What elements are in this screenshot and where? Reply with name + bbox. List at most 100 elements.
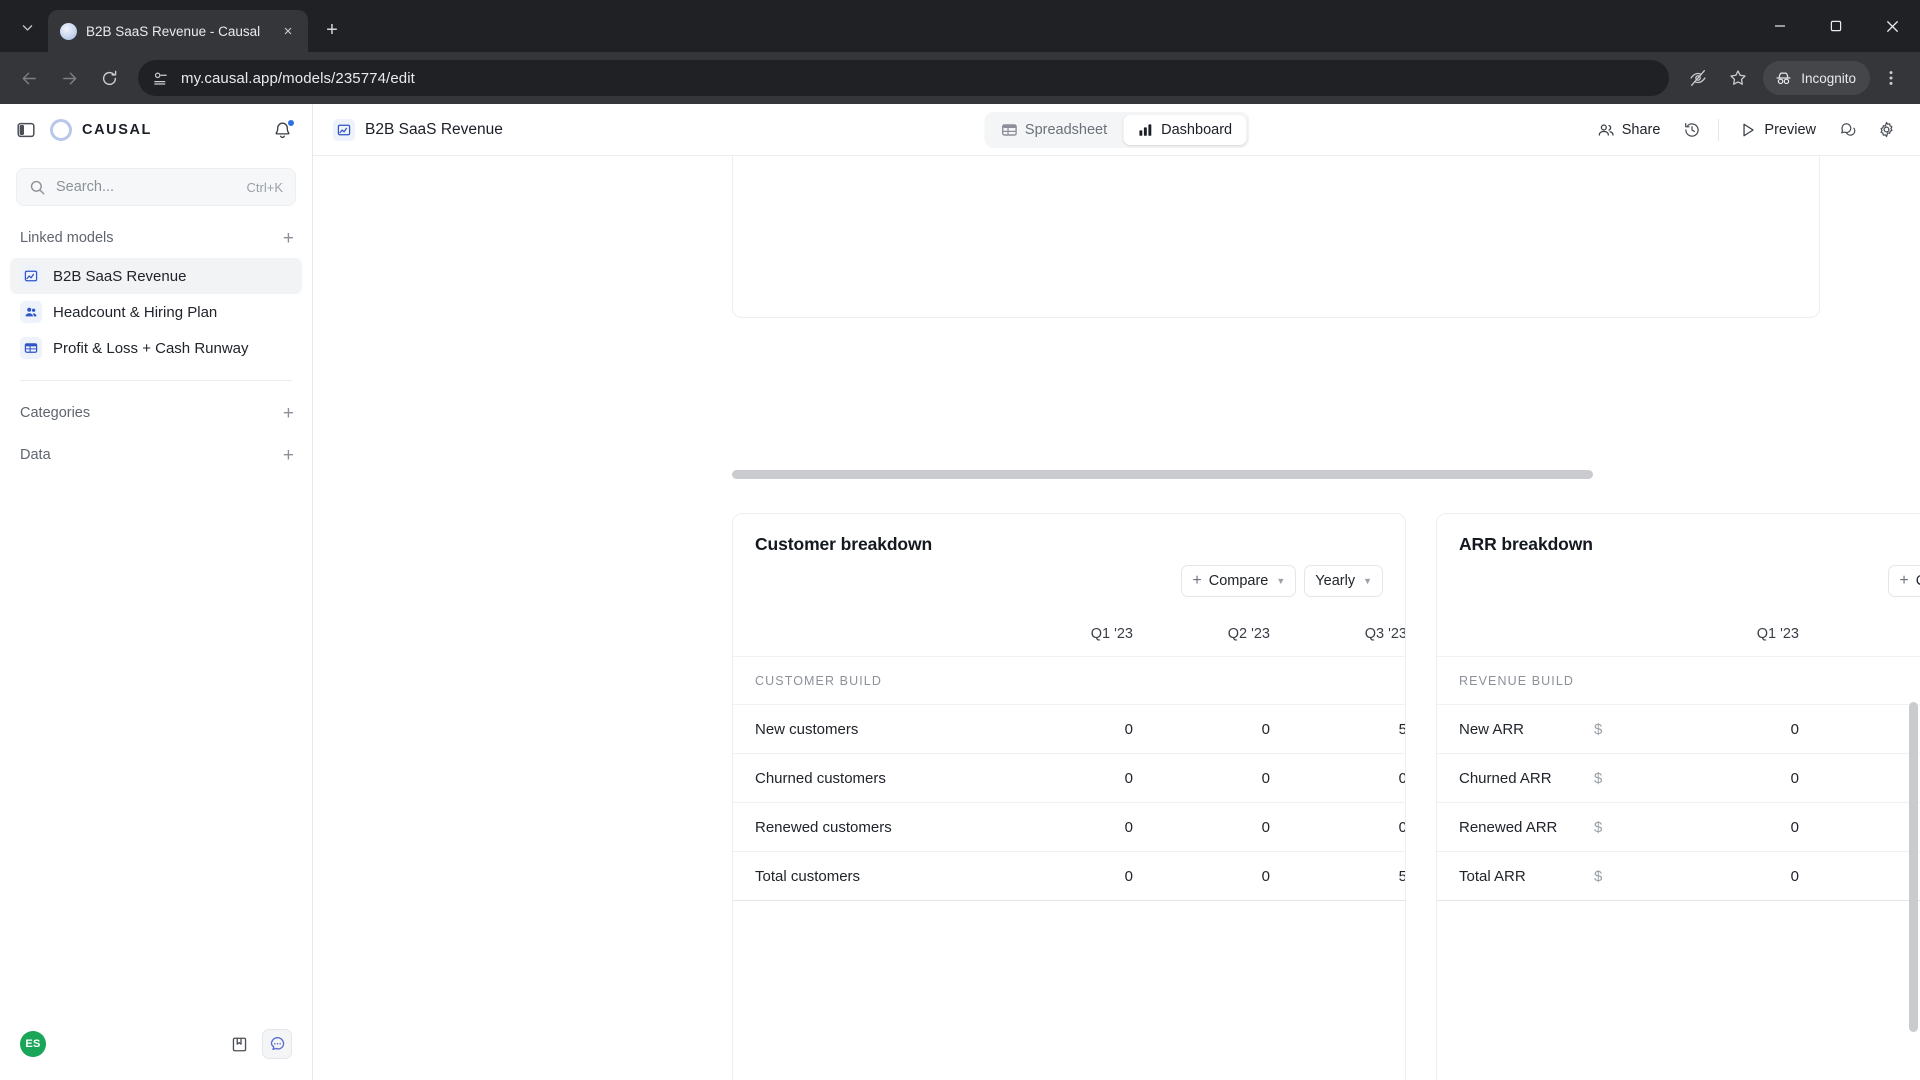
cell: 0 <box>1124 769 1133 787</box>
sidebar-item-b2b-saas-revenue[interactable]: B2B SaaS Revenue <box>10 258 302 294</box>
table-row[interactable]: Churned ARR $ 0 0 0 <box>1437 754 1920 803</box>
widget-controls: + Compare ▼ Yearly ▼ <box>733 555 1405 611</box>
widget-table: Q1 '23 Q2 '23 Q3 '23 CUSTOMER BUILD New … <box>733 611 1405 901</box>
row-label: Total customers <box>755 867 861 885</box>
section-categories: Categories + <box>0 393 312 433</box>
column-header: Q1 '23 <box>1756 625 1799 642</box>
people-icon <box>20 301 42 323</box>
main-area: B2B SaaS Revenue Spreadsheet Dashboard S… <box>313 104 1920 1080</box>
toggle-sidebar-button[interactable] <box>16 119 38 141</box>
notifications-button[interactable] <box>272 119 295 141</box>
brand[interactable]: CAUSAL <box>50 119 260 141</box>
panel-left-icon <box>17 122 35 138</box>
row-unit: $ <box>1594 867 1603 885</box>
tab-title: B2B SaaS Revenue - Causal <box>86 23 261 39</box>
bookmark-button[interactable] <box>1719 59 1757 97</box>
back-button[interactable] <box>10 59 48 97</box>
table-row[interactable]: Renewed customers 0 0 0 <box>733 803 1405 852</box>
cell: 0 <box>1261 720 1270 738</box>
sidebar-item-profit-loss-cash-runway[interactable]: Profit & Loss + Cash Runway <box>10 330 302 366</box>
period-label: Yearly <box>1315 573 1356 589</box>
new-tab-button[interactable]: + <box>317 15 347 45</box>
table-row[interactable]: New ARR $ 0 0 75,000 <box>1437 705 1920 754</box>
address-bar[interactable]: my.causal.app/models/235774/edit <box>138 60 1670 96</box>
compare-button[interactable]: + Compare ▼ <box>1888 565 1920 597</box>
compare-label: Compare <box>1208 573 1269 589</box>
browser-tabstrip: B2B SaaS Revenue - Causal × + <box>0 0 1920 52</box>
add-category-button[interactable]: + <box>283 404 294 423</box>
cell: 0 <box>1124 720 1133 738</box>
table-section-header: REVENUE BUILD <box>1437 657 1920 705</box>
share-label: Share <box>1621 121 1661 138</box>
browser-menu-button[interactable] <box>1872 59 1910 97</box>
widget-arr-breakdown: ARR breakdown + Q1 '23 REVENUE BUILD New… <box>1436 513 1920 1080</box>
sidebar-item-label: Headcount & Hiring Plan <box>53 303 218 321</box>
sidebar-divider <box>20 380 292 381</box>
reload-button[interactable] <box>90 59 128 97</box>
cell: 0 <box>1799 819 1920 836</box>
close-window-button[interactable] <box>1864 0 1920 52</box>
search-placeholder: Search... <box>56 179 115 195</box>
version-history-button[interactable] <box>1676 114 1708 146</box>
settings-button[interactable] <box>1870 114 1902 146</box>
brand-text: CAUSAL <box>82 122 153 138</box>
causal-logo-icon <box>50 119 72 141</box>
table-header-row: Q1 '23 Q2 '23 Q3 '23 <box>733 611 1405 657</box>
table-icon <box>1001 123 1017 136</box>
people-glyph <box>25 307 37 317</box>
row-label: Churned customers <box>755 769 886 787</box>
add-linked-model-button[interactable]: + <box>283 229 294 248</box>
comments-button[interactable] <box>1832 114 1864 146</box>
sidebar-item-label: Profit & Loss + Cash Runway <box>53 339 249 357</box>
maximize-button[interactable] <box>1808 0 1864 52</box>
preview-button[interactable]: Preview <box>1729 114 1826 146</box>
sidebar-item-headcount-hiring-plan[interactable]: Headcount & Hiring Plan <box>10 294 302 330</box>
row-unit: $ <box>1594 818 1603 836</box>
browser-tab[interactable]: B2B SaaS Revenue - Causal × <box>48 10 308 52</box>
share-button[interactable]: Share <box>1587 114 1671 146</box>
widget-title: ARR breakdown <box>1459 534 1593 554</box>
table-row[interactable]: New customers 0 0 5 <box>733 705 1405 754</box>
tab-search-button[interactable] <box>10 10 44 44</box>
cell: 0 <box>1270 770 1405 787</box>
horizontal-scrollbar-top[interactable] <box>732 470 1920 479</box>
table-row[interactable]: Total ARR $ 0 0 75,000 <box>1437 852 1920 901</box>
add-data-button[interactable]: + <box>283 446 294 465</box>
cell: 0 <box>1799 770 1920 787</box>
table-section-header: CUSTOMER BUILD <box>733 657 1405 705</box>
widget-header: Customer breakdown <box>733 514 1405 555</box>
period-select[interactable]: Yearly ▼ <box>1304 565 1383 597</box>
vertical-scrollbar[interactable] <box>1909 702 1918 1032</box>
tab-favicon <box>60 22 77 40</box>
cell: 0 <box>1261 867 1270 885</box>
docs-button[interactable] <box>224 1029 254 1059</box>
table-row[interactable]: Renewed ARR $ 0 0 0 <box>1437 803 1920 852</box>
site-settings-icon[interactable] <box>152 70 169 87</box>
scrollbar-thumb[interactable] <box>732 470 1593 479</box>
avatar[interactable]: ES <box>20 1031 46 1057</box>
profile-chip[interactable]: Incognito <box>1763 61 1870 95</box>
close-icon[interactable]: × <box>278 21 298 41</box>
table-row[interactable]: Churned customers 0 0 0 <box>733 754 1405 803</box>
profile-label: Incognito <box>1801 70 1856 86</box>
tracking-protection-button[interactable] <box>1679 59 1717 97</box>
support-chat-button[interactable] <box>262 1029 292 1059</box>
row-label: New customers <box>755 720 859 738</box>
compare-button[interactable]: + Compare ▼ <box>1181 565 1297 597</box>
tab-spreadsheet[interactable]: Spreadsheet <box>987 115 1121 145</box>
row-label: New ARR <box>1459 720 1525 738</box>
search-input[interactable]: Search... Ctrl+K <box>16 168 296 206</box>
model-chart-glyph <box>337 124 351 135</box>
sidebar-footer-actions <box>224 1029 292 1059</box>
tab-dashboard[interactable]: Dashboard <box>1123 114 1247 145</box>
star-icon <box>1730 70 1746 85</box>
row-unit: $ <box>1594 769 1603 787</box>
cell: 0 <box>1270 819 1405 836</box>
forward-button[interactable] <box>50 59 88 97</box>
table-row[interactable]: Total customers 0 0 5 <box>733 852 1405 901</box>
play-icon <box>1743 123 1755 136</box>
url-text: my.causal.app/models/235774/edit <box>181 69 415 87</box>
minimize-button[interactable] <box>1752 0 1808 52</box>
row-label: Total ARR <box>1459 867 1526 885</box>
widget-controls: + Compare ▼ Yearly ▼ <box>1437 555 1920 611</box>
